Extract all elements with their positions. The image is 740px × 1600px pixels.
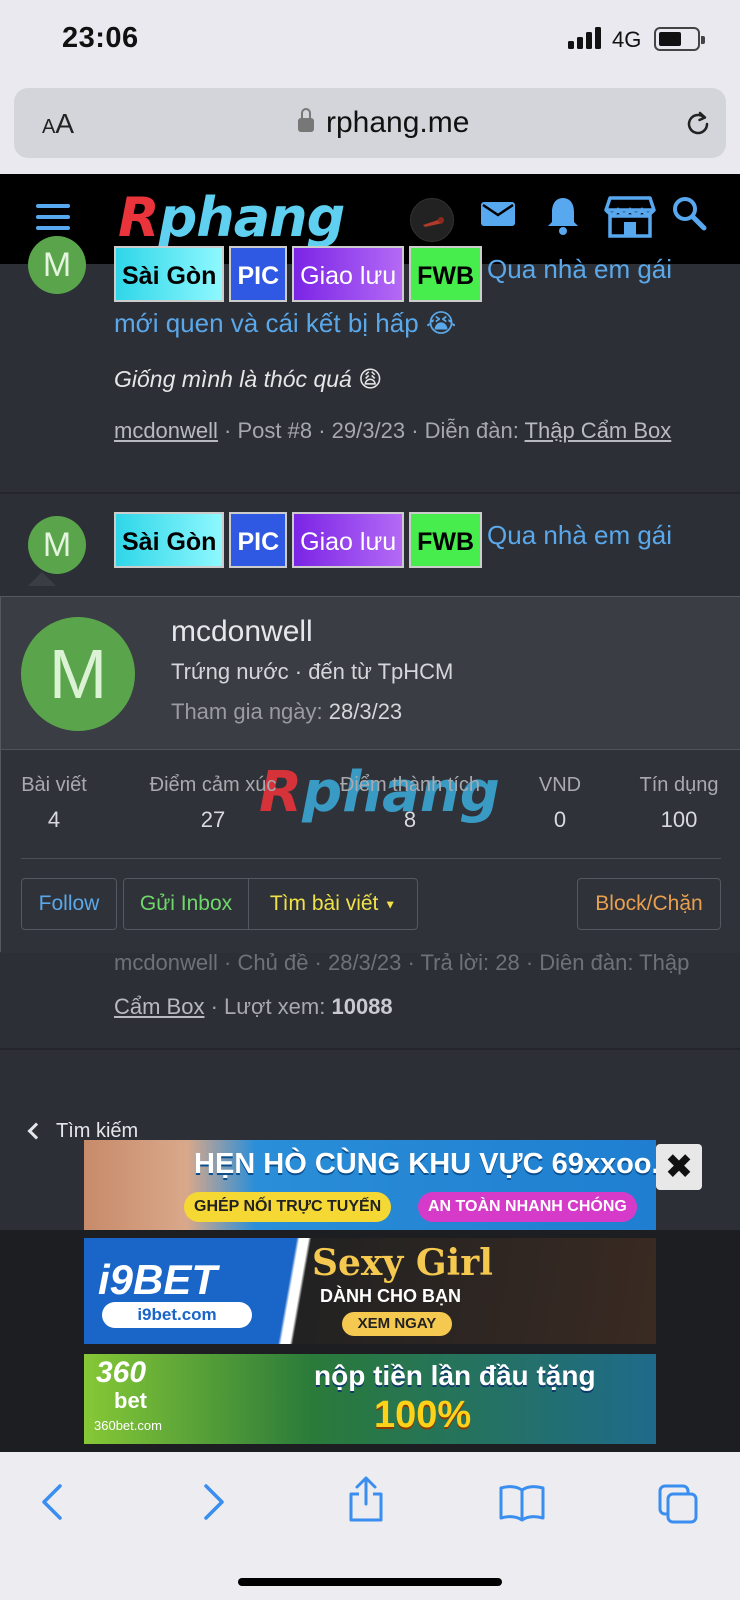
stat-reactions: Điểm cảm xúc 27 — [149, 774, 277, 832]
tag-saigon[interactable]: Sài Gòn — [114, 512, 225, 568]
result-title-link[interactable]: Qua nhà em gái — [487, 520, 672, 550]
caret-down-icon: ▼ — [384, 897, 397, 912]
stat-trophies: Điểm thành tích 8 — [339, 774, 481, 832]
member-title: Trứng nước · đến từ TpHCM — [171, 659, 454, 684]
share-icon[interactable] — [346, 1474, 386, 1524]
cellular-signal-icon — [568, 27, 604, 49]
stat-posts: Bài viết 4 — [21, 774, 87, 832]
browser-address-area: AA rphang.me — [0, 80, 740, 174]
result-meta: mcdonwell · Post #8 · 29/3/23 · Diễn đàn… — [114, 418, 672, 443]
network-type: 4G — [612, 27, 642, 52]
search-icon[interactable] — [670, 194, 708, 232]
ad-banner-360bet[interactable]: 360 bet 360bet.com nộp tiền lần đầu tặng… — [84, 1354, 656, 1444]
tag-pic[interactable]: PIC — [229, 512, 288, 568]
member-stats: Rphang Bài viết 4 Điểm cảm xúc 27 Điểm thà… — [1, 749, 740, 953]
tabs-icon[interactable] — [656, 1482, 700, 1526]
chevron-left-icon — [27, 1122, 45, 1140]
result-meta-views: Cẩm Box · Lượt xem: 10088 — [114, 994, 393, 1019]
tag-giaoluu[interactable]: Giao lưu — [292, 246, 405, 302]
ad-banner-i9bet[interactable]: i9BET i9bet.com Sexy Girl DÀNH CHO BẠN X… — [84, 1238, 656, 1344]
tag-giaoluu[interactable]: Giao lưu — [292, 512, 405, 568]
browser-toolbar — [0, 1452, 740, 1600]
back-icon[interactable] — [38, 1482, 68, 1522]
forum-link[interactable]: Thập Cẩm Box — [525, 418, 672, 443]
avatar[interactable]: M — [28, 236, 86, 294]
result-meta-partial: mcdonwell · Chủ đề · 28/3/23 · Trả lời: … — [114, 950, 690, 975]
status-time: 23:06 — [62, 22, 139, 54]
follow-button[interactable]: Follow — [21, 878, 117, 930]
member-header: M mcdonwell Trứng nước · đến từ TpHCM Th… — [1, 597, 740, 749]
forward-icon[interactable] — [198, 1482, 228, 1522]
bookmarks-icon[interactable] — [498, 1482, 546, 1522]
url-text[interactable]: rphang.me — [326, 106, 469, 140]
result-title[interactable]: Sài Gòn PIC Giao lưu FWB Qua nhà em gái — [114, 246, 734, 302]
mail-icon[interactable] — [478, 194, 518, 234]
ad-banner-dating[interactable]: HẸN HÒ CÙNG KHU VỰC 69xxoo.cc GHÉP NỐI T… — [84, 1140, 656, 1230]
result-title-link-cont[interactable]: mới quen và cái kết bị hấp 😭 — [114, 308, 456, 339]
tag-saigon[interactable]: Sài Gòn — [114, 246, 225, 302]
menu-icon[interactable] — [36, 204, 70, 230]
find-posts-button[interactable]: Tìm bài viết ▼ — [248, 878, 418, 930]
stat-credit: Tín dụng 100 — [639, 774, 719, 832]
member-joined: Tham gia ngày: 28/3/23 — [171, 699, 403, 724]
block-button[interactable]: Block/Chặn — [577, 878, 721, 930]
member-username[interactable]: mcdonwell — [171, 615, 313, 649]
lock-icon — [298, 108, 314, 134]
search-result-item: M Sài Gòn PIC Giao lưu FWB Qua nhà em gái mớ… — [0, 236, 740, 494]
result-snippet: Giống mình là thóc quá 😩 — [114, 366, 383, 392]
site-logo[interactable]: Rphang — [118, 186, 345, 249]
avatar[interactable]: M — [28, 516, 86, 574]
close-ad-button[interactable]: ✖ — [656, 1144, 702, 1190]
author-link[interactable]: mcdonwell — [114, 418, 218, 443]
text-size-button[interactable]: AA — [42, 108, 74, 140]
bell-icon[interactable] — [545, 194, 581, 236]
battery-icon — [654, 27, 705, 51]
result-title[interactable]: Sài Gòn PIC Giao lưu FWB Qua nhà em gái — [114, 512, 734, 568]
tag-fwb[interactable]: FWB — [409, 512, 483, 568]
reload-icon[interactable] — [684, 110, 712, 138]
stat-vnd: VND 0 — [538, 774, 582, 832]
popup-pointer — [28, 572, 56, 586]
store-icon[interactable] — [604, 194, 656, 238]
member-avatar[interactable]: M — [21, 617, 135, 731]
divider — [0, 1048, 740, 1050]
member-tooltip: M mcdonwell Trứng nước · đến từ TpHCM Th… — [0, 596, 740, 953]
tag-fwb[interactable]: FWB — [409, 246, 483, 302]
result-title-link[interactable]: Qua nhà em gái — [487, 254, 672, 284]
forum-link[interactable]: Cẩm Box — [114, 994, 204, 1019]
send-inbox-button[interactable]: Gửi Inbox — [123, 878, 249, 930]
ios-status-bar: 23:06 4G — [0, 0, 740, 80]
address-bar[interactable]: AA rphang.me — [14, 88, 726, 158]
tag-pic[interactable]: PIC — [229, 246, 288, 302]
home-indicator — [238, 1578, 502, 1586]
user-avatar[interactable] — [410, 198, 454, 242]
